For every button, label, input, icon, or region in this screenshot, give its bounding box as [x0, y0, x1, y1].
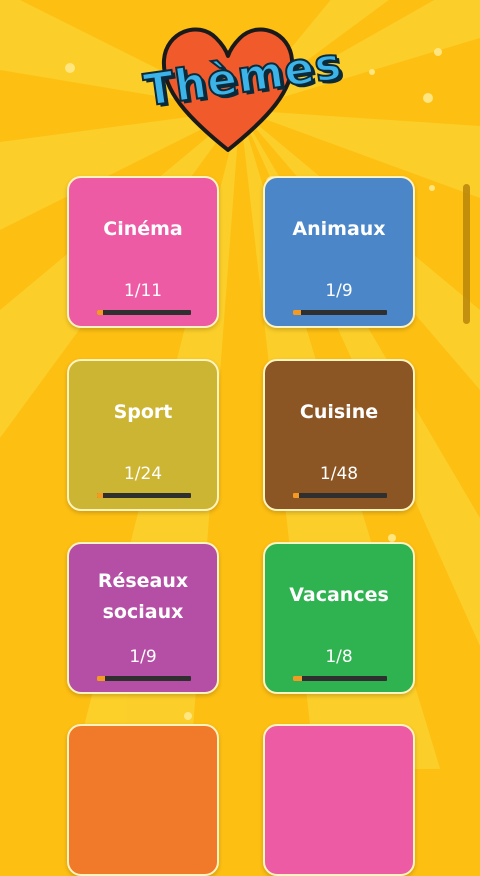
theme-progress-bar	[293, 310, 387, 315]
themes-grid: Cinéma 1/11 Animaux 1/9 Sport 1/24 Cuisine 1/48…	[0, 0, 480, 876]
theme-name: Vacances	[289, 584, 389, 606]
theme-progress-fill	[97, 676, 105, 681]
theme-progress-text: 1/11	[123, 281, 163, 301]
theme-card[interactable]	[263, 724, 415, 876]
theme-name: Cinéma	[103, 218, 183, 240]
theme-name: Sport	[113, 401, 173, 423]
theme-progress-fill	[293, 310, 301, 315]
theme-progress-text: 1/24	[123, 464, 163, 484]
theme-card[interactable]	[67, 724, 219, 876]
scrollbar[interactable]	[463, 184, 470, 324]
theme-progress-fill	[97, 493, 103, 498]
theme-card[interactable]: Animaux 1/9	[263, 176, 415, 328]
theme-progress-bar	[97, 676, 191, 681]
theme-name: Cuisine	[299, 401, 379, 423]
theme-progress-text: 1/9	[325, 281, 353, 301]
theme-progress-bar	[293, 676, 387, 681]
theme-progress-text: 1/48	[319, 464, 359, 484]
theme-progress-bar	[97, 493, 191, 498]
theme-progress-bar	[97, 310, 191, 315]
theme-card[interactable]: Réseaux sociaux 1/9	[67, 542, 219, 694]
theme-card[interactable]: Sport 1/24	[67, 359, 219, 511]
theme-card[interactable]: Cuisine 1/48	[263, 359, 415, 511]
theme-name: Réseaux sociaux	[97, 570, 189, 623]
theme-progress-fill	[97, 310, 103, 315]
theme-progress-text: 1/8	[325, 647, 353, 667]
theme-progress-fill	[293, 493, 299, 498]
theme-card[interactable]: Vacances 1/8	[263, 542, 415, 694]
theme-progress-text: 1/9	[129, 647, 157, 667]
theme-progress-bar	[293, 493, 387, 498]
theme-name: Animaux	[292, 218, 386, 240]
theme-progress-fill	[293, 676, 302, 681]
theme-card[interactable]: Cinéma 1/11	[67, 176, 219, 328]
